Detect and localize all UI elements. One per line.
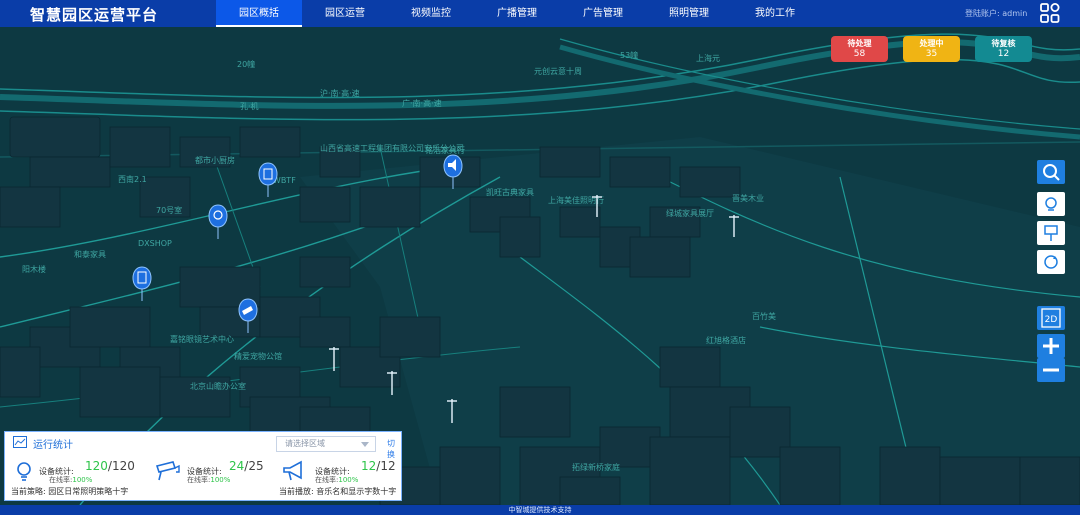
panel-title: 运行统计: [33, 440, 73, 451]
area-select-placeholder: 请选择区域: [285, 439, 325, 448]
camera-icon: [155, 461, 180, 481]
nav-tab-park-overview[interactable]: 园区概括: [216, 0, 302, 27]
zoom-out-button[interactable]: [1037, 358, 1065, 382]
lightbulb-icon: [1045, 197, 1057, 211]
map-label: 凯旺古典家具: [486, 187, 534, 197]
chart-icon: [13, 436, 27, 448]
nav-tab-advertising[interactable]: 广告管理: [560, 0, 646, 27]
map-label: 上海元: [696, 53, 720, 63]
zoom-in-button[interactable]: [1037, 334, 1065, 358]
top-bar: 智慧园区运营平台 园区概括 园区运营 视频监控 广播管理 广告管理 照明管理 我…: [0, 0, 1080, 27]
app-grid-icon[interactable]: [1040, 3, 1060, 23]
map-label: 53幢: [620, 50, 638, 60]
map-label: 精爱宠物公馆: [234, 351, 282, 361]
nav-tab-lighting[interactable]: 照明管理: [646, 0, 732, 27]
map-label: 元创云意十周: [534, 66, 582, 76]
map-label: 北京山瞻办公室: [190, 381, 246, 391]
status-badge-processing[interactable]: 处理中 35: [903, 36, 960, 62]
nav-tab-park-operation[interactable]: 园区运营: [302, 0, 388, 27]
main-nav: 园区概括 园区运营 视频监控 广播管理 广告管理 照明管理 我的工作: [216, 0, 818, 27]
nav-tab-broadcast[interactable]: 广播管理: [474, 0, 560, 27]
map-label: 红旭格酒店: [706, 335, 746, 345]
footer: 中智城提供技术支持: [0, 505, 1080, 515]
stat-rate: 在线率:100%: [49, 476, 93, 484]
billboard-icon: [1044, 225, 1058, 241]
plus-icon: [1043, 338, 1059, 354]
minus-icon: [1043, 368, 1059, 372]
svg-text:2D: 2D: [1045, 315, 1058, 325]
status-badge-title: 待复核: [991, 39, 1016, 48]
view-mode-icon: 2D: [1041, 308, 1061, 328]
map-label: 都市小厨房: [195, 155, 235, 165]
switch-link[interactable]: 切换: [387, 438, 401, 460]
brand-title: 智慧园区运营平台: [30, 6, 159, 24]
megaphone-icon: [283, 460, 302, 481]
nav-tab-my-work[interactable]: 我的工作: [732, 0, 818, 27]
area-select[interactable]: 请选择区域: [276, 436, 376, 452]
stat-value: 12/12: [361, 459, 396, 473]
map-label: 晋美木业: [732, 193, 764, 203]
map-label: 绿城家具展厅: [666, 208, 714, 218]
map-label: 20幢: [237, 59, 255, 69]
refresh-icon: [1044, 255, 1058, 269]
status-badge-title: 处理中: [919, 39, 944, 48]
nav-tab-video-monitor[interactable]: 视频监控: [388, 0, 474, 27]
status-badge-review[interactable]: 待复核 12: [975, 36, 1032, 62]
map-label: 和泰家具: [74, 249, 106, 259]
map-2d-toggle[interactable]: 2D: [1037, 306, 1065, 330]
map-label: 阳木楼: [22, 264, 46, 274]
current-playing: 当前播放: 音乐名和显示字数十字: [279, 487, 397, 496]
status-badge-title: 待处理: [847, 39, 872, 48]
status-badge-pending[interactable]: 待处理 58: [831, 36, 888, 62]
stat-rate: 在线率:100%: [187, 476, 231, 484]
map-label: 沪·南·高·速: [320, 88, 360, 98]
map-layer-ad-button[interactable]: [1037, 221, 1065, 245]
map-label: 孔·机: [240, 101, 259, 111]
operation-stats-panel: 运行统计 请选择区域 切换 设备统计: 120/120 在线率:100% 设备统…: [4, 431, 402, 501]
map-label: 拓绿新桥家庭: [572, 462, 620, 472]
stat-value: 120/120: [85, 459, 135, 473]
map-label: 嘉铭眼镜艺术中心: [170, 334, 234, 344]
map-layer-broadcast-button[interactable]: [1037, 250, 1065, 274]
map-label: 铭浩家具行: [425, 145, 465, 155]
lightbulb-icon: [17, 462, 31, 481]
status-badge-count: 35: [925, 49, 938, 59]
current-strategy: 当前策略: 园区日常照明策略十字: [11, 487, 129, 496]
map-label: 西南2.1: [118, 174, 147, 184]
map-label: DXSHOP: [138, 239, 172, 248]
map-layer-lighting-button[interactable]: [1037, 192, 1065, 216]
status-badge-count: 58: [853, 49, 866, 59]
search-icon: [1043, 164, 1060, 181]
account-label: 登陆账户: admin: [965, 9, 1028, 18]
chevron-down-icon: [361, 442, 369, 447]
status-badge-count: 12: [997, 49, 1010, 59]
map-label: 70号室: [156, 205, 182, 215]
stat-rate: 在线率:100%: [315, 476, 359, 484]
map-label: 广·南·高·速: [402, 98, 442, 108]
stat-value: 24/25: [229, 459, 264, 473]
map-label: 百竹美: [752, 311, 776, 321]
map-search-button[interactable]: [1037, 160, 1065, 184]
